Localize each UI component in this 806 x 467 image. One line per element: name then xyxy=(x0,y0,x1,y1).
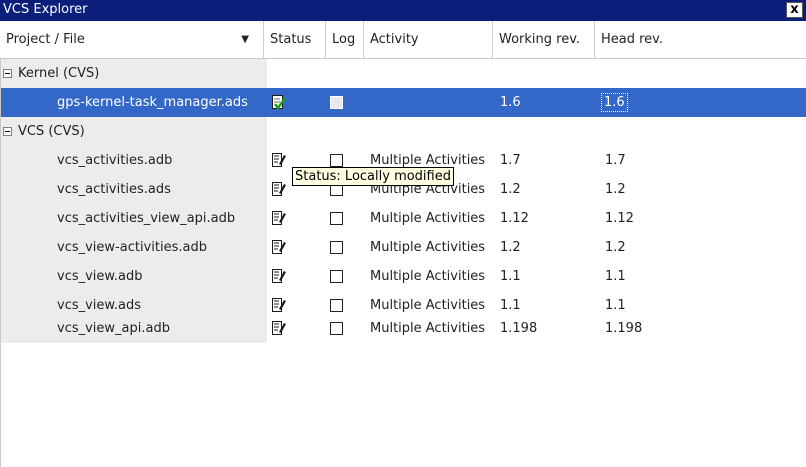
log-checkbox[interactable] xyxy=(330,270,343,283)
collapse-icon[interactable] xyxy=(3,69,12,78)
working-rev: 1.12 xyxy=(500,211,529,226)
sort-dropdown-icon[interactable]: ▼ xyxy=(241,21,249,58)
file-name: vcs_view-activities.adb xyxy=(57,240,207,255)
locally-modified-icon[interactable] xyxy=(272,240,286,255)
log-checkbox[interactable] xyxy=(330,241,343,254)
collapse-icon[interactable] xyxy=(3,127,12,136)
working-rev: 1.2 xyxy=(500,182,521,197)
head-rev: 1.12 xyxy=(605,211,634,226)
log-checkbox[interactable] xyxy=(330,96,343,109)
activity: Multiple Activities xyxy=(370,269,486,284)
locally-modified-icon[interactable] xyxy=(272,269,286,284)
head-rev: 1.7 xyxy=(605,153,626,168)
column-header-row: Project / File ▼ Status Log Activity Wor… xyxy=(0,21,806,59)
window-title: VCS Explorer xyxy=(3,2,88,17)
head-rev: 1.198 xyxy=(605,321,643,336)
head-rev: 1.1 xyxy=(605,269,626,284)
file-name: vcs_activities.ads xyxy=(57,182,171,197)
column-header-label: Working rev. xyxy=(499,32,581,47)
head-rev: 1.2 xyxy=(605,182,626,197)
log-checkbox[interactable] xyxy=(330,322,343,335)
activity: Multiple Activities xyxy=(370,321,486,336)
up-to-date-icon[interactable] xyxy=(272,95,286,110)
locally-modified-icon[interactable] xyxy=(272,211,286,226)
file-name: vcs_activities_view_api.adb xyxy=(57,211,236,226)
column-header-label: Log xyxy=(332,32,356,47)
log-checkbox[interactable] xyxy=(330,212,343,225)
column-header-log[interactable]: Log xyxy=(326,21,364,58)
activity: Multiple Activities xyxy=(370,240,486,255)
locally-modified-icon[interactable] xyxy=(272,153,286,168)
working-rev: 1.198 xyxy=(500,321,538,336)
column-header-label: Status xyxy=(270,32,312,47)
column-header-label: Head rev. xyxy=(601,32,663,47)
head-rev[interactable]: 1.6 xyxy=(601,93,628,112)
working-rev: 1.2 xyxy=(500,240,521,255)
file-name: vcs_activities.adb xyxy=(57,153,173,168)
table-row[interactable]: vcs_view.adb Multiple Activities 1.1 1.1 xyxy=(0,262,806,291)
tree-group-kernel[interactable]: Kernel (CVS) xyxy=(0,59,806,88)
log-checkbox[interactable] xyxy=(330,154,343,167)
head-rev: 1.2 xyxy=(605,240,626,255)
table-row[interactable]: vcs_activities_view_api.adb Multiple Act… xyxy=(0,204,806,233)
log-checkbox[interactable] xyxy=(330,299,343,312)
locally-modified-icon[interactable] xyxy=(272,182,286,197)
status-tooltip: Status: Locally modified xyxy=(292,167,454,186)
column-header-label: Activity xyxy=(370,32,419,47)
table-row[interactable]: vcs_view-activities.adb Multiple Activit… xyxy=(0,233,806,262)
column-header-status[interactable]: Status xyxy=(264,21,326,58)
column-header-head-rev[interactable]: Head rev. xyxy=(595,21,806,58)
table-row[interactable]: vcs_view_api.adb Multiple Activities 1.1… xyxy=(0,314,806,343)
working-rev: 1.6 xyxy=(500,95,521,110)
table-row[interactable]: gps-kernel-task_manager.ads 1.6 1.6 xyxy=(0,88,806,117)
group-label: VCS (CVS) xyxy=(18,124,85,139)
file-name: vcs_view_api.adb xyxy=(57,321,170,336)
file-name: vcs_view.adb xyxy=(57,269,143,284)
activity: Multiple Activities xyxy=(370,211,486,226)
column-header-activity[interactable]: Activity xyxy=(364,21,493,58)
column-header-working-rev[interactable]: Working rev. xyxy=(493,21,595,58)
group-label: Kernel (CVS) xyxy=(18,66,100,81)
working-rev: 1.7 xyxy=(500,153,521,168)
locally-modified-icon[interactable] xyxy=(272,321,286,336)
working-rev: 1.1 xyxy=(500,269,521,284)
locally-modified-icon[interactable] xyxy=(272,298,286,313)
panel-border xyxy=(0,59,1,467)
title-bar: VCS Explorer x xyxy=(0,0,806,21)
tree-group-vcs[interactable]: VCS (CVS) xyxy=(0,117,806,146)
close-button[interactable]: x xyxy=(786,2,803,18)
column-header-label: Project / File xyxy=(6,32,85,47)
file-name: gps-kernel-task_manager.ads xyxy=(57,95,248,110)
column-header-project-file[interactable]: Project / File ▼ xyxy=(0,21,264,58)
